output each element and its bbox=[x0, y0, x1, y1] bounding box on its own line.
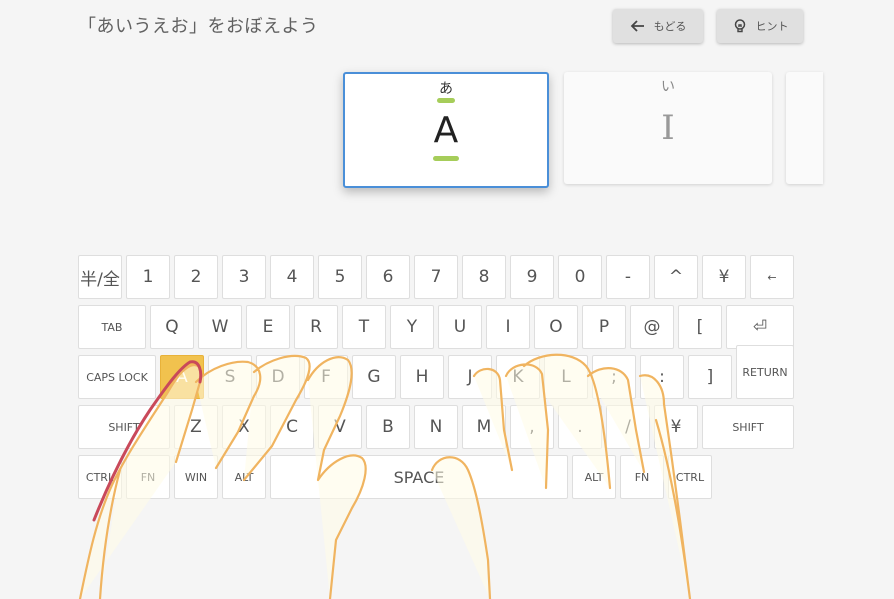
key-q[interactable]: Q bbox=[150, 305, 194, 349]
key-2[interactable]: 2 bbox=[174, 255, 218, 299]
key-r[interactable]: R bbox=[294, 305, 338, 349]
key-shift-left[interactable]: SHIFT bbox=[78, 405, 170, 449]
key-comma[interactable]: , bbox=[510, 405, 554, 449]
key-6[interactable]: 6 bbox=[366, 255, 410, 299]
key-i[interactable]: I bbox=[486, 305, 530, 349]
key-w[interactable]: W bbox=[198, 305, 242, 349]
key-d[interactable]: D bbox=[256, 355, 300, 399]
key-h[interactable]: H bbox=[400, 355, 444, 399]
key-7[interactable]: 7 bbox=[414, 255, 458, 299]
key-5[interactable]: 5 bbox=[318, 255, 362, 299]
hint-button[interactable]: ヒント bbox=[717, 9, 803, 43]
key-s[interactable]: S bbox=[208, 355, 252, 399]
key-yen[interactable]: ¥ bbox=[702, 255, 746, 299]
key-z[interactable]: Z bbox=[174, 405, 218, 449]
key-tab[interactable]: TAB bbox=[78, 305, 146, 349]
key-minus[interactable]: - bbox=[606, 255, 650, 299]
current-kana-card: あ A bbox=[343, 72, 549, 188]
key-yen-bottom[interactable]: ¥ bbox=[654, 405, 698, 449]
key-o[interactable]: O bbox=[534, 305, 578, 349]
key-backspace[interactable]: ← bbox=[750, 255, 794, 299]
key-j[interactable]: J bbox=[448, 355, 492, 399]
key-k[interactable]: K bbox=[496, 355, 540, 399]
key-x[interactable]: X bbox=[222, 405, 266, 449]
key-m[interactable]: M bbox=[462, 405, 506, 449]
key-3[interactable]: 3 bbox=[222, 255, 266, 299]
next-romaji: I bbox=[661, 108, 675, 148]
key-e[interactable]: E bbox=[246, 305, 290, 349]
key-g[interactable]: G bbox=[352, 355, 396, 399]
key-c[interactable]: C bbox=[270, 405, 314, 449]
key-shift-right[interactable]: SHIFT bbox=[702, 405, 794, 449]
key-fn-right[interactable]: FN bbox=[620, 455, 664, 499]
current-romaji: A bbox=[433, 110, 459, 151]
arrow-left-icon bbox=[630, 18, 646, 34]
key-enter-top[interactable]: ⏎ bbox=[726, 305, 794, 349]
key-f[interactable]: F bbox=[304, 355, 348, 399]
kana-underline bbox=[437, 98, 455, 103]
key-semicolon[interactable]: ; bbox=[592, 355, 636, 399]
key-y[interactable]: Y bbox=[390, 305, 434, 349]
key-period[interactable]: . bbox=[558, 405, 602, 449]
key-1[interactable]: 1 bbox=[126, 255, 170, 299]
key-9[interactable]: 9 bbox=[510, 255, 554, 299]
key-p[interactable]: P bbox=[582, 305, 626, 349]
key-ctrl-right[interactable]: CTRL bbox=[668, 455, 712, 499]
next-kana: い bbox=[661, 79, 675, 95]
key-v[interactable]: V bbox=[318, 405, 362, 449]
key-caret[interactable]: ^ bbox=[654, 255, 698, 299]
key-alt-right[interactable]: ALT bbox=[572, 455, 616, 499]
key-win[interactable]: WIN bbox=[174, 455, 218, 499]
key-u[interactable]: U bbox=[438, 305, 482, 349]
back-button-label: もどる bbox=[653, 20, 687, 33]
key-return[interactable]: RETURN bbox=[736, 345, 794, 399]
key-ctrl-left[interactable]: CTRL bbox=[78, 455, 122, 499]
lightbulb-icon bbox=[732, 18, 748, 34]
key-bracket-open[interactable]: [ bbox=[678, 305, 722, 349]
current-kana: あ bbox=[439, 81, 453, 97]
key-colon[interactable]: : bbox=[640, 355, 684, 399]
upcoming-kana-card bbox=[786, 72, 823, 184]
key-alt-left[interactable]: ALT bbox=[222, 455, 266, 499]
back-button[interactable]: もどる bbox=[613, 9, 703, 43]
key-l[interactable]: L bbox=[544, 355, 588, 399]
next-kana-card: い I bbox=[564, 72, 772, 184]
key-8[interactable]: 8 bbox=[462, 255, 506, 299]
key-hankaku[interactable]: 半/全 bbox=[78, 255, 122, 299]
key-caps-lock[interactable]: CAPS LOCK bbox=[78, 355, 156, 399]
key-bracket-close[interactable]: ] bbox=[688, 355, 732, 399]
key-t[interactable]: T bbox=[342, 305, 386, 349]
key-0[interactable]: 0 bbox=[558, 255, 602, 299]
key-a[interactable]: A bbox=[160, 355, 204, 399]
romaji-underline bbox=[433, 156, 459, 161]
key-space[interactable]: SPACE bbox=[270, 455, 568, 499]
hint-button-label: ヒント bbox=[755, 20, 789, 33]
key-b[interactable]: B bbox=[366, 405, 410, 449]
key-4[interactable]: 4 bbox=[270, 255, 314, 299]
key-at[interactable]: @ bbox=[630, 305, 674, 349]
key-fn-left[interactable]: FN bbox=[126, 455, 170, 499]
key-slash[interactable]: / bbox=[606, 405, 650, 449]
key-n[interactable]: N bbox=[414, 405, 458, 449]
page-title: 「あいうえお」をおぼえよう bbox=[78, 16, 319, 37]
